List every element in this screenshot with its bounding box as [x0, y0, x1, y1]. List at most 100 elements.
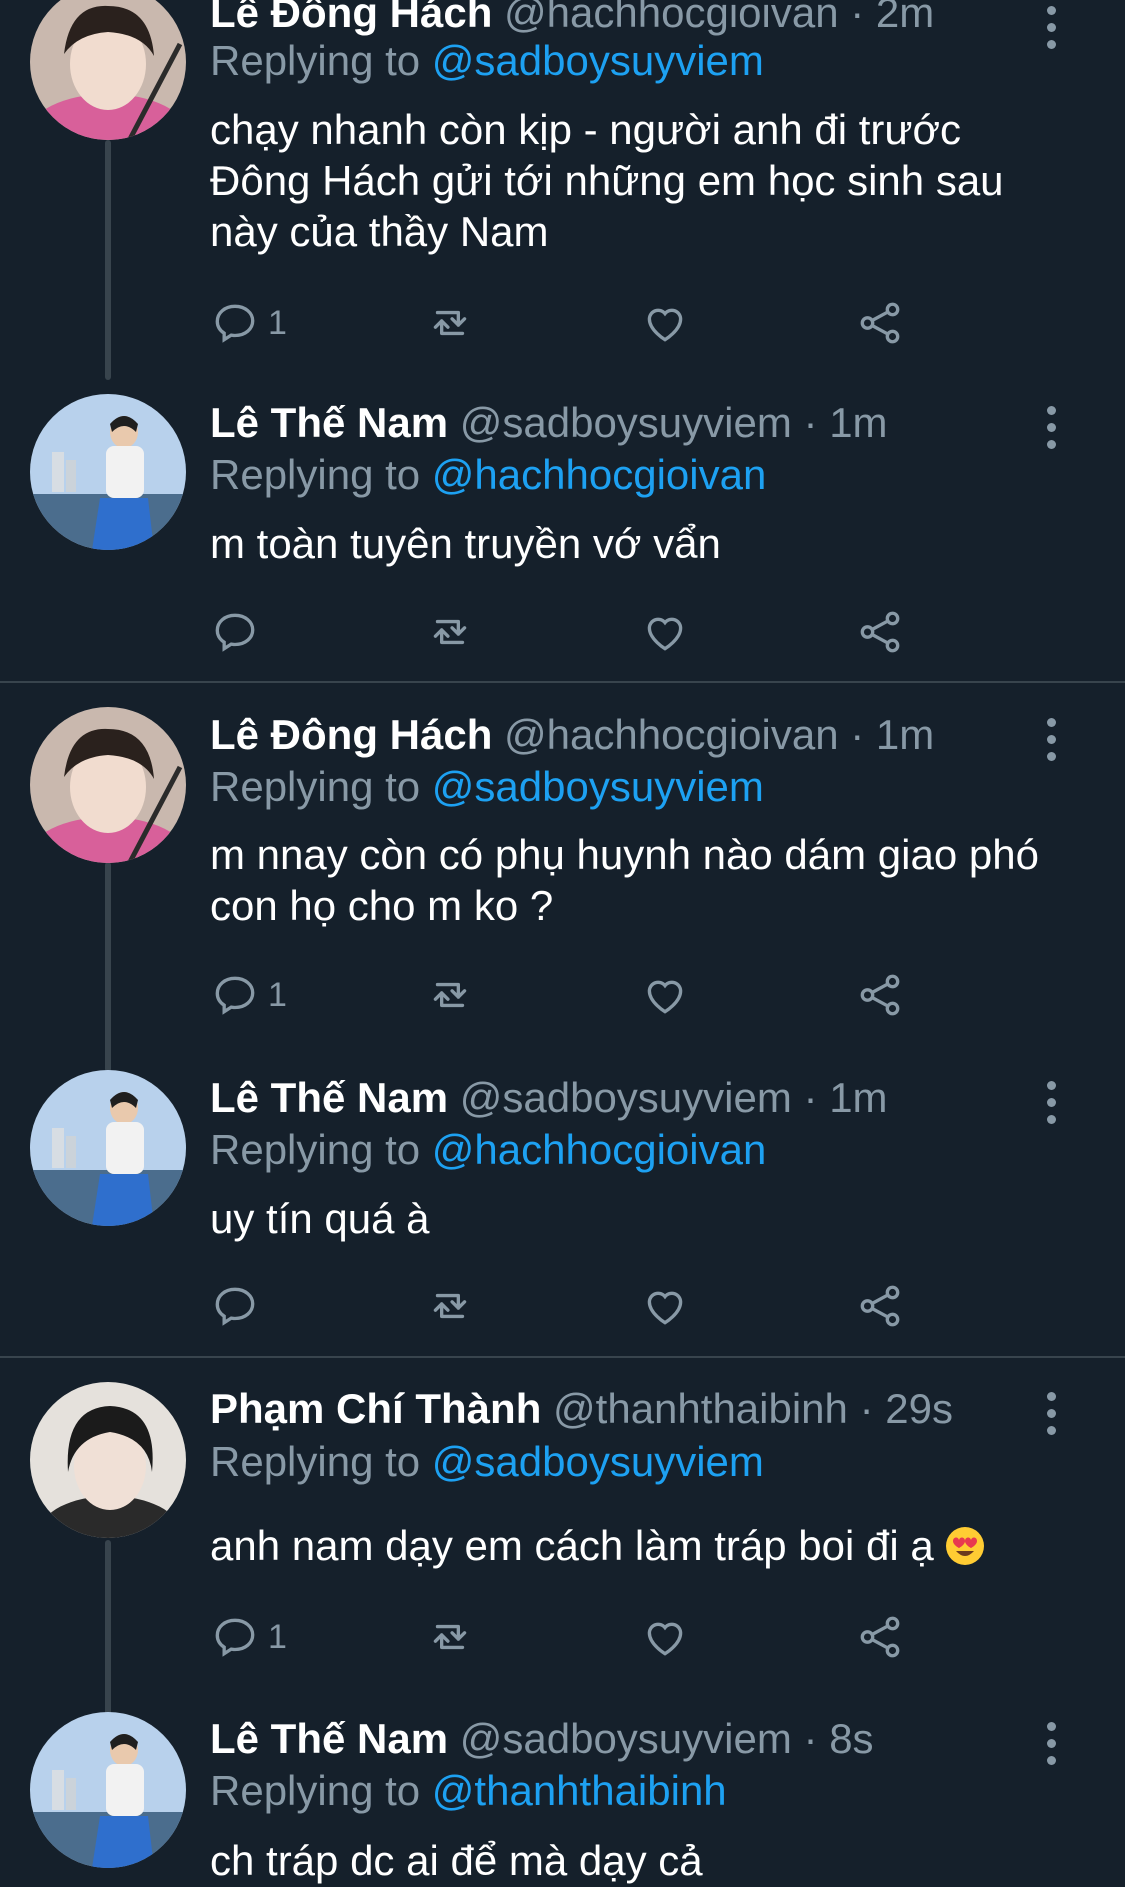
- timestamp[interactable]: 29s: [885, 1385, 953, 1432]
- handle[interactable]: @sadboysuyviem: [460, 399, 792, 446]
- mention-link[interactable]: @sadboysuyviem: [432, 1438, 764, 1485]
- share-button[interactable]: [855, 296, 905, 350]
- tweet-actions: [210, 605, 930, 659]
- separator-dot: ·: [850, 0, 865, 36]
- more-icon[interactable]: [1047, 1722, 1057, 1773]
- handle[interactable]: @sadboysuyviem: [460, 1074, 792, 1121]
- like-icon: [647, 1622, 683, 1656]
- reply-button[interactable]: 1: [210, 968, 287, 1022]
- share-icon: [860, 974, 900, 1016]
- more-icon[interactable]: [1047, 406, 1057, 457]
- retweet-button[interactable]: [425, 605, 475, 659]
- avatar[interactable]: [30, 1382, 186, 1538]
- separator-dot: ·: [803, 399, 818, 446]
- mention-link[interactable]: @hachhocgioivan: [432, 1126, 767, 1173]
- like-button[interactable]: [640, 1610, 690, 1664]
- handle[interactable]: @hachhocgioivan: [504, 0, 839, 36]
- tweet-actions: 1: [210, 968, 930, 1022]
- share-button[interactable]: [855, 968, 905, 1022]
- timestamp[interactable]: 1m: [829, 1074, 887, 1121]
- display-name[interactable]: Lê Thế Nam: [210, 1715, 448, 1762]
- handle[interactable]: @hachhocgioivan: [504, 711, 839, 758]
- reply-button[interactable]: 1: [210, 296, 287, 350]
- retweet-icon: [433, 310, 467, 336]
- reply-icon: [215, 613, 255, 652]
- tweet-text: uy tín quá à: [210, 1195, 430, 1242]
- reply-button[interactable]: [210, 1279, 268, 1333]
- timestamp[interactable]: 1m: [876, 711, 934, 758]
- tweet-actions: 1: [210, 296, 930, 350]
- divider: [0, 1356, 1125, 1358]
- like-button[interactable]: [640, 968, 690, 1022]
- tweet-header: Phạm Chí Thành @thanhthaibinh · 29s: [210, 1384, 1065, 1434]
- separator-dot: ·: [803, 1074, 818, 1121]
- tweet-actions: 1: [210, 1610, 930, 1664]
- replying-to: Replying to @hachhocgioivan: [210, 1125, 766, 1175]
- replying-prefix: Replying to: [210, 1126, 421, 1173]
- share-button[interactable]: [855, 1279, 905, 1333]
- mention-link[interactable]: @hachhocgioivan: [432, 451, 767, 498]
- tweet-text: anh nam dạy em cách làm tráp boi đi ạ: [210, 1522, 934, 1569]
- replying-to: Replying to @sadboysuyviem: [210, 1437, 764, 1487]
- reply-button[interactable]: [210, 605, 268, 659]
- share-icon: [860, 611, 900, 653]
- avatar[interactable]: [30, 394, 186, 550]
- reply-count: 1: [268, 303, 287, 342]
- reply-icon: [215, 976, 255, 1015]
- display-name[interactable]: Lê Đông Hách: [210, 0, 492, 36]
- replying-prefix: Replying to: [210, 1767, 421, 1814]
- share-button[interactable]: [855, 1610, 905, 1664]
- like-icon: [647, 617, 683, 651]
- tweet-header: Lê Đông Hách @hachhocgioivan · 2m: [210, 0, 1065, 38]
- retweet-button[interactable]: [425, 968, 475, 1022]
- reply-icon: [215, 1618, 255, 1657]
- mention-link[interactable]: @sadboysuyviem: [432, 763, 764, 810]
- handle[interactable]: @thanhthaibinh: [553, 1385, 848, 1432]
- more-icon[interactable]: [1047, 1392, 1057, 1443]
- more-icon[interactable]: [1047, 718, 1057, 769]
- replying-prefix: Replying to: [210, 37, 421, 84]
- display-name[interactable]: Lê Đông Hách: [210, 711, 492, 758]
- tweet-header: Lê Đông Hách @hachhocgioivan · 1m: [210, 710, 1065, 760]
- reply-count: 1: [268, 975, 287, 1014]
- more-icon[interactable]: [1047, 6, 1057, 57]
- avatar-image-nam: [30, 394, 186, 550]
- reply-button[interactable]: 1: [210, 1610, 287, 1664]
- display-name[interactable]: Phạm Chí Thành: [210, 1385, 541, 1432]
- thread-line: [105, 1540, 111, 1740]
- mention-link[interactable]: @thanhthaibinh: [432, 1767, 727, 1814]
- retweet-button[interactable]: [425, 296, 475, 350]
- divider: [0, 681, 1125, 683]
- more-icon[interactable]: [1047, 1081, 1057, 1132]
- tweet-header: Lê Thế Nam @sadboysuyviem · 1m: [210, 398, 1065, 448]
- separator-dot: ·: [850, 711, 865, 758]
- like-button[interactable]: [640, 296, 690, 350]
- retweet-button[interactable]: [425, 1279, 475, 1333]
- display-name[interactable]: Lê Thế Nam: [210, 1074, 448, 1121]
- timestamp[interactable]: 2m: [876, 0, 934, 36]
- reply-icon: [215, 1287, 255, 1326]
- like-icon: [647, 308, 683, 342]
- display-name[interactable]: Lê Thế Nam: [210, 399, 448, 446]
- retweet-button[interactable]: [425, 1610, 475, 1664]
- timestamp[interactable]: 8s: [829, 1715, 873, 1762]
- tweet-header: Lê Thế Nam @sadboysuyviem · 8s: [210, 1714, 1065, 1764]
- tweet-text: chạy nhanh còn kịp - người anh đi trước …: [210, 106, 1004, 255]
- mention-link[interactable]: @sadboysuyviem: [432, 37, 764, 84]
- like-button[interactable]: [640, 1279, 690, 1333]
- replying-to: Replying to @hachhocgioivan: [210, 450, 766, 500]
- like-button[interactable]: [640, 605, 690, 659]
- replying-to: Replying to @thanhthaibinh: [210, 1766, 727, 1816]
- share-icon: [860, 302, 900, 344]
- avatar[interactable]: [30, 1070, 186, 1226]
- reply-count: 1: [268, 1617, 287, 1656]
- avatar[interactable]: [30, 0, 186, 140]
- like-icon: [647, 980, 683, 1014]
- share-button[interactable]: [855, 605, 905, 659]
- avatar[interactable]: [30, 707, 186, 863]
- like-icon: [647, 1291, 683, 1325]
- timestamp[interactable]: 1m: [829, 399, 887, 446]
- avatar[interactable]: [30, 1712, 186, 1868]
- tweet-actions: [210, 1279, 930, 1333]
- handle[interactable]: @sadboysuyviem: [460, 1715, 792, 1762]
